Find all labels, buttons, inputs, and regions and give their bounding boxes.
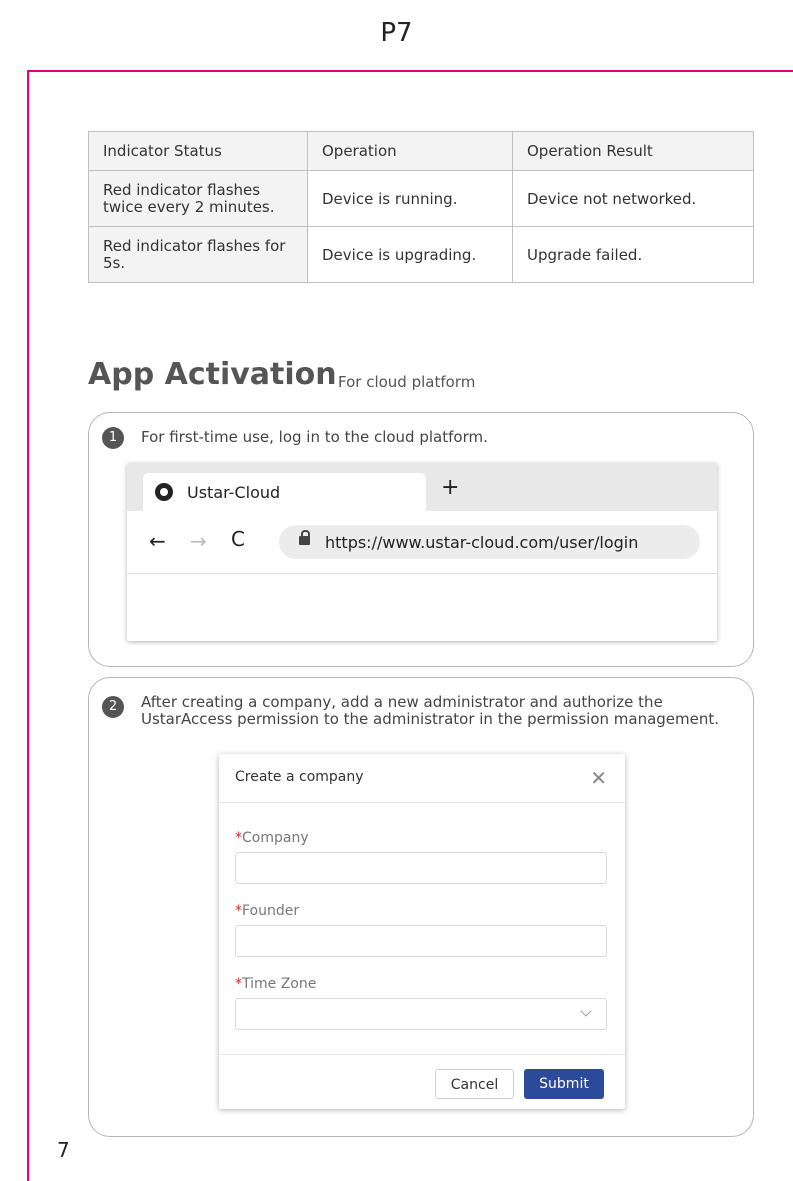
step-1-card: 1 For first-time use, log in to the clou…	[88, 412, 754, 667]
time-zone-select[interactable]	[235, 998, 607, 1030]
section-subtitle: For cloud platform	[338, 373, 476, 391]
browser-tab-strip: Ustar-Cloud +	[127, 463, 717, 511]
table-cell-operation: Device is running.	[307, 170, 513, 227]
table-cell-indicator-status: Red indicator flashes twice every 2 minu…	[88, 170, 308, 227]
time-zone-label: *Time Zone	[235, 976, 316, 992]
close-icon[interactable]: ✕	[590, 766, 607, 790]
table-cell-operation-result: Device not networked.	[512, 170, 754, 227]
dialog-footer: Cancel Submit	[219, 1054, 625, 1110]
forward-arrow-icon[interactable]: →	[190, 529, 207, 553]
lock-icon	[299, 530, 310, 545]
step-number-badge: 1	[102, 427, 124, 449]
chrome-icon	[155, 483, 173, 501]
chevron-down-icon	[580, 1005, 592, 1017]
step-description-line-2: UstarAccess permission to the administra…	[141, 710, 720, 728]
cancel-button[interactable]: Cancel	[435, 1069, 514, 1099]
browser-tab[interactable]: Ustar-Cloud	[143, 473, 426, 511]
browser-window: Ustar-Cloud + ← → C https://www.ustar-cl…	[127, 463, 717, 641]
dialog-header: Create a company ✕	[219, 754, 625, 803]
step-2-card: 2 After creating a company, add a new ad…	[88, 677, 754, 1137]
page-number: 7	[57, 1138, 70, 1162]
dialog-title: Create a company	[235, 769, 364, 785]
step-description: For first-time use, log in to the cloud …	[141, 428, 488, 446]
indicator-status-table: Indicator Status Operation Operation Res…	[88, 131, 754, 283]
time-zone-label-text: Time Zone	[242, 976, 317, 992]
submit-button[interactable]: Submit	[524, 1069, 604, 1099]
section-title: App Activation	[88, 357, 337, 392]
table-cell-operation: Device is upgrading.	[307, 226, 513, 283]
pink-left-rule	[27, 70, 29, 1181]
founder-label-text: Founder	[242, 903, 300, 919]
create-company-dialog: Create a company ✕ *Company *Founder *Ti…	[219, 754, 625, 1109]
required-mark: *	[235, 976, 242, 992]
pink-top-rule	[27, 70, 793, 72]
table-cell-indicator-status: Red indicator flashes for 5s.	[88, 226, 308, 283]
table-cell-operation-result: Upgrade failed.	[512, 226, 754, 283]
table-row: Red indicator flashes twice every 2 minu…	[88, 170, 754, 227]
step-number-badge: 2	[102, 696, 124, 718]
page-label: P7	[380, 18, 413, 48]
address-url: https://www.ustar-cloud.com/user/login	[325, 533, 639, 552]
company-label-text: Company	[242, 830, 309, 846]
back-arrow-icon[interactable]: ←	[149, 529, 166, 553]
column-header-operation: Operation	[307, 131, 513, 171]
browser-nav-row: ← → C https://www.ustar-cloud.com/user/l…	[127, 511, 717, 574]
required-mark: *	[235, 830, 242, 846]
company-label: *Company	[235, 830, 309, 846]
new-tab-button[interactable]: +	[441, 477, 459, 499]
browser-tab-title: Ustar-Cloud	[187, 483, 281, 502]
required-mark: *	[235, 903, 242, 919]
step-description-line-1: After creating a company, add a new admi…	[141, 693, 663, 711]
founder-input[interactable]	[235, 925, 607, 957]
table-row: Red indicator flashes for 5s. Device is …	[88, 226, 754, 283]
table-header-row: Indicator Status Operation Operation Res…	[88, 131, 754, 171]
company-input[interactable]	[235, 852, 607, 884]
column-header-indicator-status: Indicator Status	[88, 131, 308, 171]
founder-label: *Founder	[235, 903, 299, 919]
address-bar[interactable]: https://www.ustar-cloud.com/user/login	[279, 525, 700, 559]
column-header-operation-result: Operation Result	[512, 131, 754, 171]
reload-icon[interactable]: C	[231, 527, 245, 551]
